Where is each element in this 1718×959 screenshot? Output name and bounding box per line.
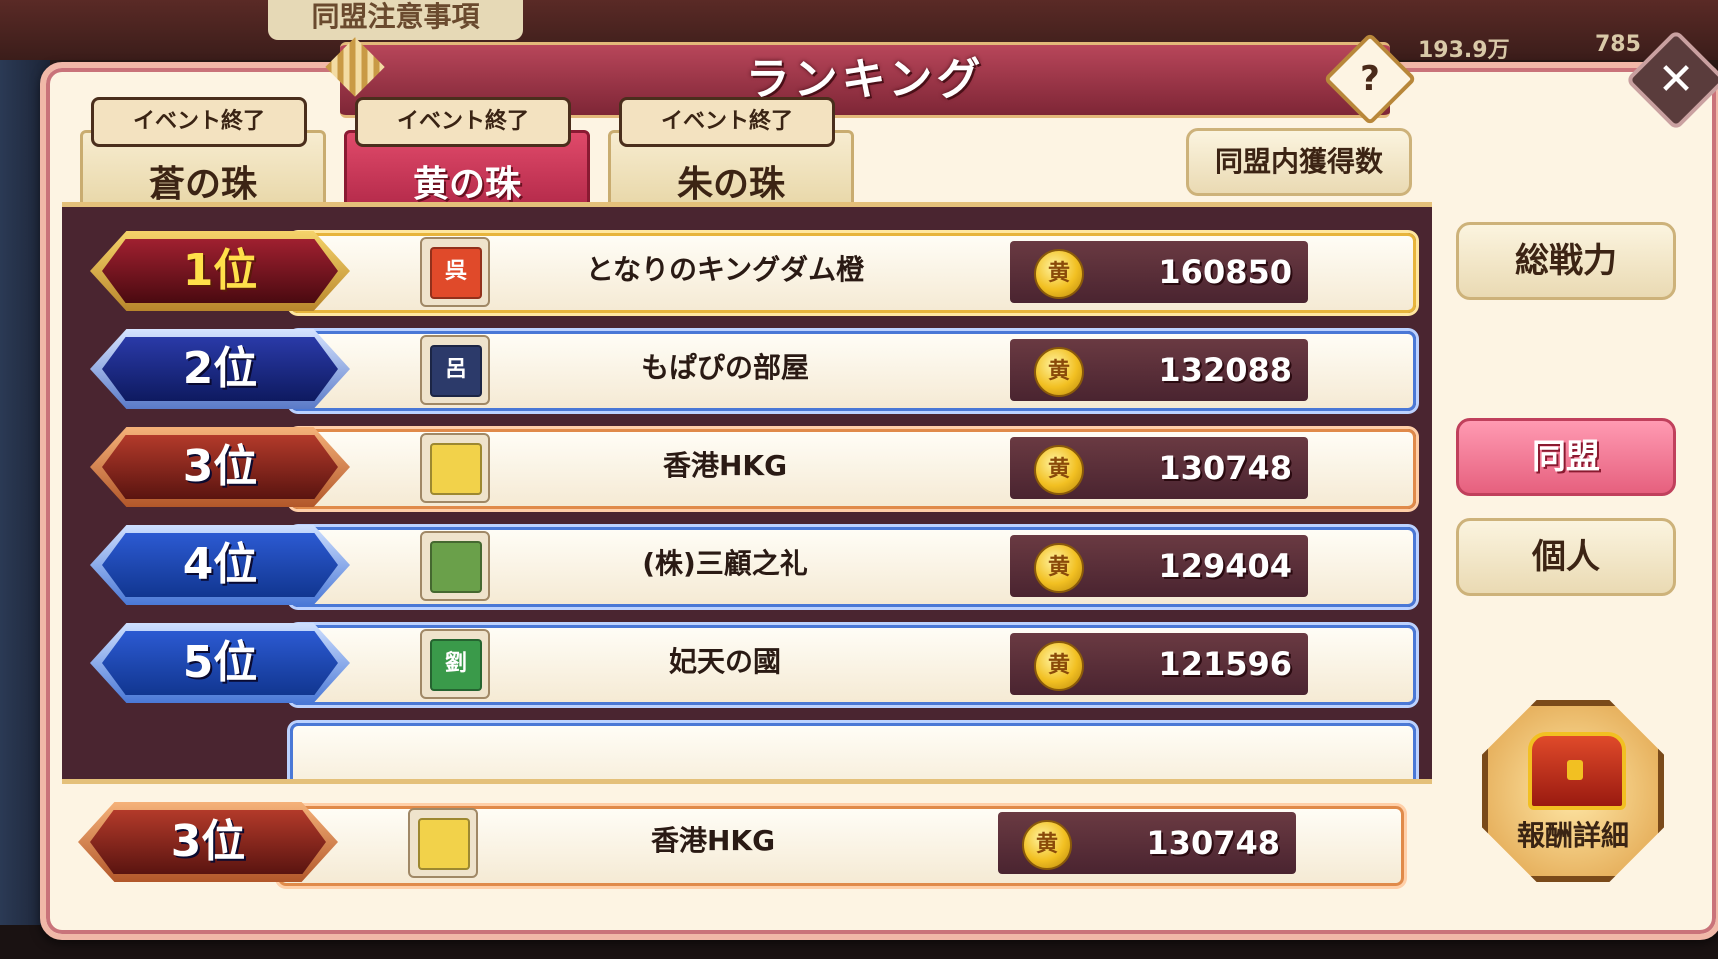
score-value: 130748 <box>1158 449 1292 487</box>
tab-label: 蒼の珠 <box>148 164 257 205</box>
alliance-name: 香港HKG <box>662 449 788 482</box>
ranking-row[interactable]: 5位 劉 妃天の國 黄 121596 <box>90 621 1420 707</box>
score-box: 黄 160850 <box>1010 241 1308 303</box>
score-box: 黄 132088 <box>1010 339 1308 401</box>
alliance-acquired-count-button[interactable]: 同盟内獲得数 <box>1186 128 1412 196</box>
alliance-flag-icon: 劉 <box>420 629 490 699</box>
yellow-orb-coin-icon: 黄 <box>1034 249 1084 299</box>
ranking-row[interactable]: 4位 (株)三顧之礼 黄 129404 <box>90 523 1420 609</box>
score-box: 黄 121596 <box>1010 633 1308 695</box>
ranking-row[interactable]: 1位 呉 となりのキングダム橙 黄 160850 <box>90 229 1420 315</box>
resource-stat: 785 <box>1595 32 1641 57</box>
yellow-orb-coin-icon: 黄 <box>1034 641 1084 691</box>
rank-badge: 3位 <box>78 802 338 882</box>
score-box: 黄 130748 <box>1010 437 1308 499</box>
tab-label: 朱の珠 <box>676 164 785 205</box>
score-value: 121596 <box>1158 645 1292 683</box>
event-ended-badge: イベント終了 <box>619 97 835 147</box>
event-ended-badge: イベント終了 <box>355 97 571 147</box>
score-value: 130748 <box>1146 824 1280 862</box>
ranking-row-partial[interactable] <box>90 719 1420 779</box>
alliance-button[interactable]: 同盟 <box>1456 418 1676 496</box>
score-value: 160850 <box>1158 253 1292 291</box>
tab-yellow-orb[interactable]: イベント終了 黄の珠 <box>344 97 590 219</box>
reward-detail-button[interactable]: 報酬詳細 <box>1482 700 1664 882</box>
alliance-name: 妃天の國 <box>668 645 781 678</box>
treasure-chest-icon <box>1528 732 1626 810</box>
score-box: 黄 129404 <box>1010 535 1308 597</box>
yellow-orb-coin-icon: 黄 <box>1034 347 1084 397</box>
score-box: 黄 130748 <box>998 812 1296 874</box>
rank-badge: 3位 <box>90 427 350 507</box>
alliance-name: もぱぴの部屋 <box>640 351 809 384</box>
score-value: 129404 <box>1158 547 1292 585</box>
alliance-flag-icon: 呉 <box>420 237 490 307</box>
rank-badge: 1位 <box>90 231 350 311</box>
yellow-orb-coin-icon: 黄 <box>1034 445 1084 495</box>
alliance-name: 香港HKG <box>650 824 776 857</box>
alliance-flag-icon <box>420 531 490 601</box>
rank-badge: 2位 <box>90 329 350 409</box>
resource-stat: 193.9万 <box>1418 38 1510 63</box>
row-bar <box>290 723 1416 779</box>
alliance-flag-icon <box>408 808 478 878</box>
tab-blue-orb[interactable]: イベント終了 蒼の珠 <box>80 97 326 210</box>
ranking-list[interactable]: 1位 呉 となりのキングダム橙 黄 160850 2位 呂 もぱぴの部屋 黄 1… <box>62 202 1432 784</box>
individual-button[interactable]: 個人 <box>1456 518 1676 596</box>
tab-red-orb[interactable]: イベント終了 朱の珠 <box>608 97 854 210</box>
question-icon: ? <box>1360 59 1380 99</box>
alliance-notice-button[interactable]: 同盟注意事項 <box>268 0 523 40</box>
tab-label: 黄の珠 <box>412 164 521 205</box>
alliance-flag-icon: 呂 <box>420 335 490 405</box>
event-ended-badge: イベント終了 <box>91 97 307 147</box>
rank-badge: 4位 <box>90 525 350 605</box>
score-value: 132088 <box>1158 351 1292 389</box>
alliance-name: (株)三顧之礼 <box>642 547 808 580</box>
rank-badge: 5位 <box>90 623 350 703</box>
close-icon: ✕ <box>1657 54 1695 105</box>
reward-detail-label: 報酬詳細 <box>1516 819 1629 852</box>
alliance-name: となりのキングダム橙 <box>585 253 865 286</box>
ranking-row[interactable]: 2位 呂 もぱぴの部屋 黄 132088 <box>90 327 1420 413</box>
my-alliance-row: 3位 香港HKG 黄 130748 <box>78 800 1408 890</box>
yellow-orb-coin-icon: 黄 <box>1034 543 1084 593</box>
yellow-orb-coin-icon: 黄 <box>1022 820 1072 870</box>
alliance-flag-icon <box>420 433 490 503</box>
ranking-row[interactable]: 3位 香港HKG 黄 130748 <box>90 425 1420 511</box>
total-power-button[interactable]: 総戦力 <box>1456 222 1676 300</box>
